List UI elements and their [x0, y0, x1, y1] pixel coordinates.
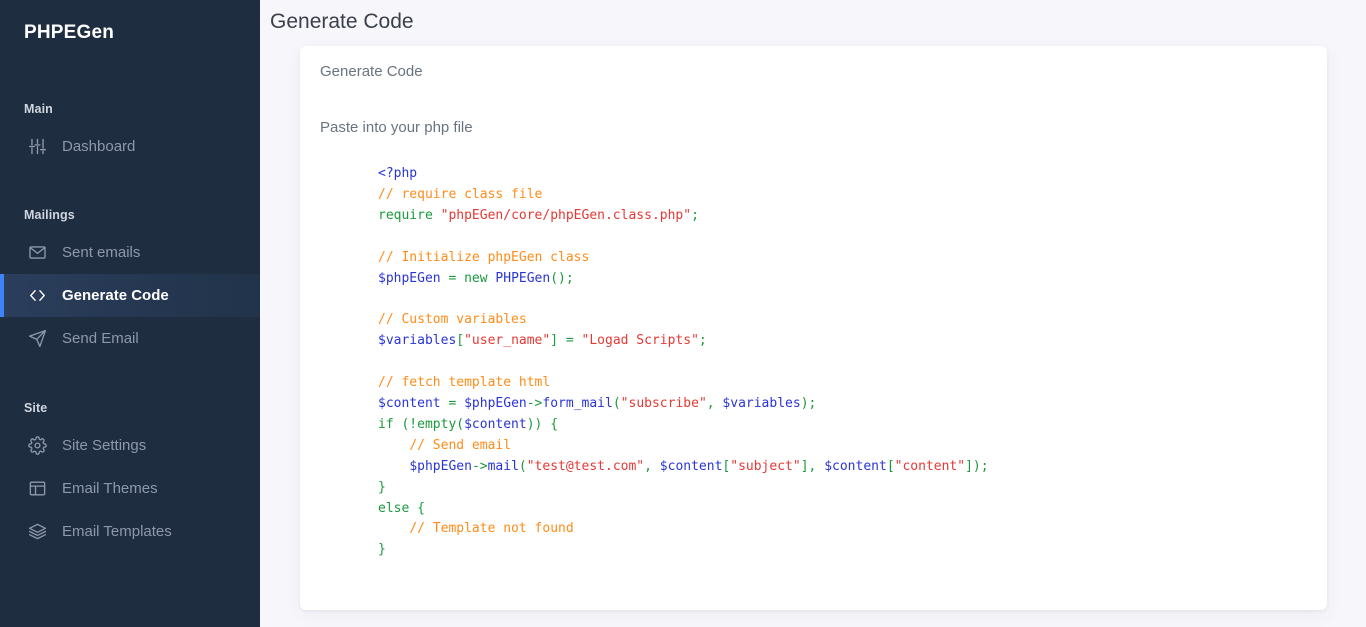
code-token: =: [558, 333, 582, 349]
code-token: $phpEGen: [409, 458, 472, 474]
paper-plane-icon: [25, 327, 49, 351]
code-token: ,: [808, 458, 825, 474]
code-token: [: [456, 333, 465, 349]
code-token: ]: [965, 458, 973, 474]
sidebar-item-label: Email Themes: [62, 480, 158, 497]
code-token: mail: [487, 458, 519, 474]
code-token: $content: [464, 416, 527, 432]
code-token: )) {: [526, 416, 559, 432]
code-token: }: [378, 479, 386, 495]
sidebar-item-email-themes[interactable]: Email Themes: [0, 467, 260, 510]
code-token: ;: [808, 395, 817, 411]
code-token: // Initialize phpEGen class: [378, 249, 590, 265]
code-token: ();: [550, 270, 574, 286]
code-token: "subject": [730, 458, 801, 474]
code-token: // Send email: [409, 437, 512, 453]
code-token: $variables: [722, 395, 801, 411]
code-token: ]: [800, 458, 809, 474]
sidebar-item-label: Site Settings: [62, 437, 147, 454]
sidebar-item-label: Send Email: [62, 330, 139, 347]
sidebar-item-sent-emails[interactable]: Sent emails: [0, 231, 260, 274]
sidebar-item-label: Dashboard: [62, 138, 136, 155]
code-token: ,: [706, 395, 723, 411]
code-token: form_mail: [542, 395, 613, 411]
code-token: $content: [659, 458, 723, 474]
code-token: ]: [550, 333, 559, 349]
sliders-icon: [25, 135, 49, 159]
layers-icon: [25, 520, 49, 544]
code-token: "Logad Scripts": [581, 333, 699, 349]
code-token: ;: [691, 207, 699, 223]
code-token: "phpEGen/core/phpEGen.class.php": [440, 207, 692, 223]
code-token: =: [440, 270, 465, 286]
code-token: ->: [526, 395, 543, 411]
sidebar-section-label-main: Main: [24, 102, 53, 116]
card-title: Generate Code: [320, 63, 423, 80]
sidebar-item-label: Email Templates: [62, 523, 172, 540]
code-token: "test@test.com": [526, 458, 645, 474]
code-token: =: [440, 395, 465, 411]
code-token: PHPEGen: [495, 270, 551, 286]
code-token: // Custom variables: [378, 312, 527, 328]
envelope-icon: [25, 241, 49, 265]
main-content: Generate Code Generate Code Paste into y…: [260, 0, 1366, 627]
sidebar-section-label-mailings: Mailings: [24, 208, 75, 222]
sidebar-item-email-templates[interactable]: Email Templates: [0, 510, 260, 553]
code-token: // fetch template html: [378, 375, 551, 391]
code-token: // require class file: [378, 186, 543, 202]
code-token: (: [612, 395, 621, 411]
code-token: ): [800, 395, 809, 411]
code-token: );: [972, 458, 989, 474]
code-token: ;: [698, 333, 707, 349]
sidebar-item-dashboard[interactable]: Dashboard: [0, 125, 260, 168]
code-token: $content: [824, 458, 887, 474]
sidebar-item-label: Sent emails: [62, 244, 141, 261]
page-title: Generate Code: [270, 10, 414, 33]
code-token: $variables: [378, 333, 457, 349]
sidebar: PHPEGen Main Dashboard Mailings Sent emails…: [0, 0, 260, 627]
code-token: $phpEGen: [464, 395, 527, 411]
code-token: [: [886, 458, 895, 474]
gear-icon: [25, 434, 49, 458]
generate-code-card: Generate Code Paste into your php file <…: [300, 46, 1327, 610]
sidebar-item-label: Generate Code: [62, 287, 169, 304]
code-token: ->: [471, 458, 488, 474]
code-token: }: [378, 542, 386, 558]
code-token: require: [378, 207, 441, 223]
sidebar-section-label-site: Site: [24, 401, 48, 415]
code-token: if (!empty(: [378, 416, 465, 432]
php-code-snippet[interactable]: <?php // require class file require "php…: [378, 164, 1327, 561]
code-token: "user_name": [464, 333, 551, 349]
layout-panel-icon: [25, 477, 49, 501]
sidebar-item-send-email[interactable]: Send Email: [0, 317, 260, 360]
code-token: ,: [644, 458, 660, 474]
brand-logo[interactable]: PHPEGen: [0, 0, 260, 44]
code-token: $phpEGen: [378, 270, 441, 286]
code-token: <?php: [378, 166, 418, 181]
code-token: "content": [894, 458, 966, 474]
code-token: new: [464, 270, 488, 286]
sidebar-nav: Main Dashboard Mailings Sent emails Generate…: [0, 102, 260, 553]
card-subtitle: Paste into your php file: [320, 119, 473, 136]
app-root: PHPEGen Main Dashboard Mailings Sent emails…: [0, 0, 1366, 627]
code-token: // Template not found: [409, 521, 574, 537]
code-token: $content: [378, 395, 441, 411]
code-token: "subscribe": [620, 395, 707, 411]
code-token: (: [518, 458, 527, 474]
code-token: else {: [378, 500, 425, 516]
sidebar-item-generate-code[interactable]: Generate Code: [0, 274, 260, 317]
sidebar-item-site-settings[interactable]: Site Settings: [0, 424, 260, 467]
code-brackets-icon: [25, 284, 49, 308]
